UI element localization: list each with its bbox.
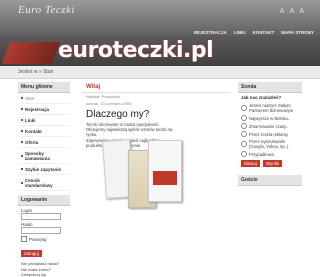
- menu-item-ordering[interactable]: Sposoby zamawiania: [18, 148, 70, 164]
- bullet-icon: [21, 97, 23, 99]
- login-input[interactable]: [21, 213, 61, 220]
- nav-links[interactable]: LINKI: [234, 30, 246, 35]
- results-button[interactable]: Wyniki: [262, 160, 282, 167]
- guests-box: Goście: [238, 175, 302, 186]
- menu-item-pricelist[interactable]: Cennik standardowy: [18, 175, 70, 191]
- nav-contact[interactable]: KONTAKT: [253, 30, 275, 35]
- bullet-icon: [21, 108, 23, 110]
- right-sidebar: Sonda Jak nas znalazłeś? Jestes naszym S…: [238, 82, 302, 186]
- bullet-icon: [21, 141, 23, 143]
- article-text-2: Oferujemy najwiekszą wybór wzorów teczki…: [86, 127, 173, 138]
- poll-option[interactable]: Jestes naszym Stałym Partnerem Biznesowy…: [238, 102, 302, 114]
- bullet-icon: [21, 181, 23, 184]
- remember-me[interactable]: Pamiętaj: [18, 236, 70, 242]
- article-date: sobota, 13 czerwiec 2009: [86, 101, 132, 106]
- remember-checkbox[interactable]: [21, 236, 27, 242]
- menu-item-contact[interactable]: Kontakt: [18, 126, 70, 137]
- main-content: Witaj Napisał: Pracownik sobota, 13 czer…: [82, 82, 230, 148]
- poll-option[interactable]: Przez wyszukiwarki (Google, Yahoo, itp..…: [238, 138, 302, 150]
- nav-sitemap[interactable]: MAPA STRONY: [281, 30, 314, 35]
- login-title: Logowanie: [18, 195, 70, 206]
- banner: euroteczki.pl: [0, 36, 320, 66]
- site-title: Euro Teczki: [18, 4, 75, 16]
- radio-button[interactable]: [241, 115, 247, 121]
- poll-option[interactable]: Zmarnowanie czasy..: [238, 122, 302, 130]
- menu-item-quick-query[interactable]: Szybie zapytanie: [18, 164, 70, 175]
- breadcrumb: Jesteś w » Start: [18, 69, 54, 75]
- poll-option[interactable]: Przypadkowo: [238, 150, 302, 158]
- left-sidebar: Menu główne Start Rejestracja Linki Kont…: [18, 82, 70, 277]
- poll-option[interactable]: Przez reszta reklamy: [238, 130, 302, 138]
- bullet-icon: [21, 130, 23, 132]
- article-title: Witaj: [82, 82, 230, 93]
- menu-title: Menu główne: [18, 82, 70, 93]
- vote-button[interactable]: Głosuj: [241, 160, 260, 167]
- radio-button[interactable]: [241, 105, 247, 111]
- menu-item-register[interactable]: Rejestracja: [18, 104, 70, 115]
- folder-red-band: [153, 171, 177, 185]
- font-size-controls[interactable]: A A A: [280, 8, 306, 15]
- bullet-icon: [21, 119, 23, 121]
- article-heading: Dlaczego my?: [86, 109, 150, 120]
- poll-title: Sonda: [238, 82, 302, 93]
- radio-button[interactable]: [241, 131, 247, 137]
- bullet-icon: [21, 154, 23, 157]
- nav-register[interactable]: REJESTRACJA: [194, 30, 227, 35]
- register-link[interactable]: Nie masz konta? Zarejestruj się: [18, 267, 70, 277]
- banner-graphic: [1, 42, 61, 64]
- folder-image-red: [148, 140, 182, 202]
- poll-option[interactable]: Najwyższe w Bielsku..: [238, 114, 302, 122]
- radio-button[interactable]: [241, 141, 247, 147]
- poll-buttons: Głosuj Wyniki: [238, 158, 302, 169]
- guests-title: Goście: [238, 175, 302, 186]
- radio-button[interactable]: [241, 151, 247, 157]
- top-nav: REJESTRACJA LINKI KONTAKT MAPA STRONY: [194, 30, 314, 35]
- banner-logo: euroteczki.pl: [58, 38, 214, 63]
- article-author: Napisał: Pracownik: [86, 94, 121, 99]
- login-button[interactable]: Zaloguj: [21, 250, 42, 257]
- login-box: Logowanie Login Hasło Pamiętaj Zaloguj N…: [18, 195, 70, 277]
- bullet-icon: [21, 168, 23, 170]
- forgot-password-link[interactable]: Nie pamiętasz hasła?: [18, 261, 70, 266]
- menu-item-links[interactable]: Linki: [18, 115, 70, 126]
- password-input[interactable]: [21, 227, 61, 234]
- menu-item-offer[interactable]: Oferta: [18, 137, 70, 148]
- poll-question: Jak nas znalazłeś?: [241, 95, 282, 100]
- radio-button[interactable]: [241, 123, 247, 129]
- menu-item-start[interactable]: Start: [18, 93, 70, 104]
